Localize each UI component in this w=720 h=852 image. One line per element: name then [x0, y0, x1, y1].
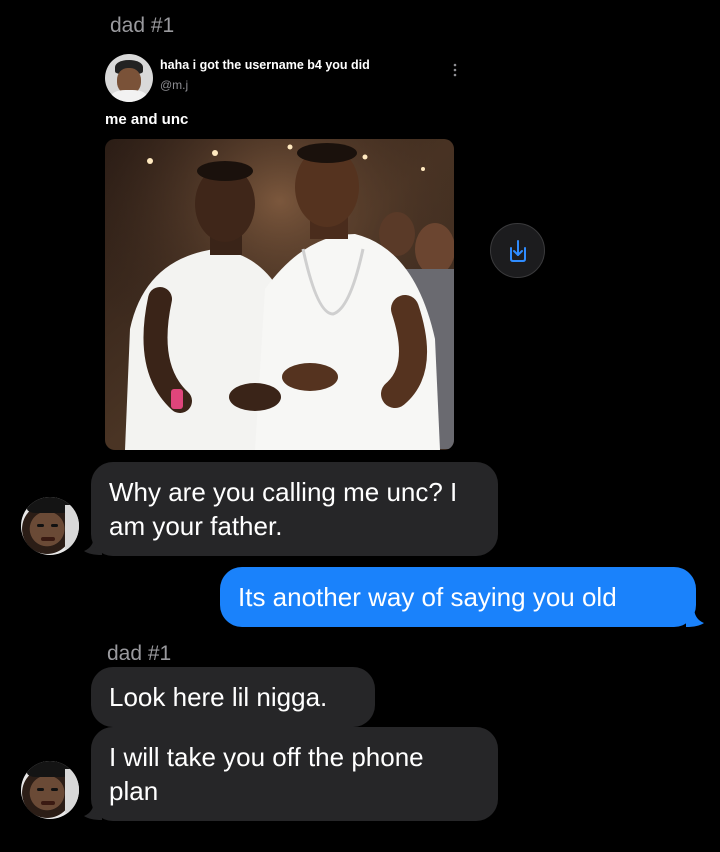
message-text: I will take you off the phone plan	[109, 742, 424, 806]
post-author-name: haha i got the username b4 you did	[160, 58, 370, 72]
post-author-avatar	[105, 54, 153, 102]
post-caption: me and unc	[105, 111, 189, 128]
sender-name-label: dad #1	[110, 14, 175, 37]
message-bubble[interactable]: Why are you calling me unc? I am your fa…	[91, 462, 498, 556]
message-bubble[interactable]: Look here lil nigga.	[91, 667, 375, 727]
bubble-tail	[686, 607, 704, 627]
sender-name-label: dad #1	[107, 642, 172, 665]
post-author-handle: @m.j	[160, 78, 189, 92]
message-text: Why are you calling me unc? I am your fa…	[109, 477, 458, 541]
message-text: Look here lil nigga.	[109, 682, 328, 712]
message-bubble[interactable]: I will take you off the phone plan	[91, 727, 498, 821]
share-download-icon[interactable]	[490, 223, 545, 278]
sender-avatar[interactable]	[21, 761, 79, 819]
sender-avatar[interactable]	[21, 497, 79, 555]
post-photo[interactable]	[105, 139, 454, 450]
message-text: Its another way of saying you old	[238, 582, 617, 612]
more-vertical-icon[interactable]	[450, 62, 460, 78]
message-bubble-outgoing[interactable]: Its another way of saying you old	[220, 567, 696, 627]
